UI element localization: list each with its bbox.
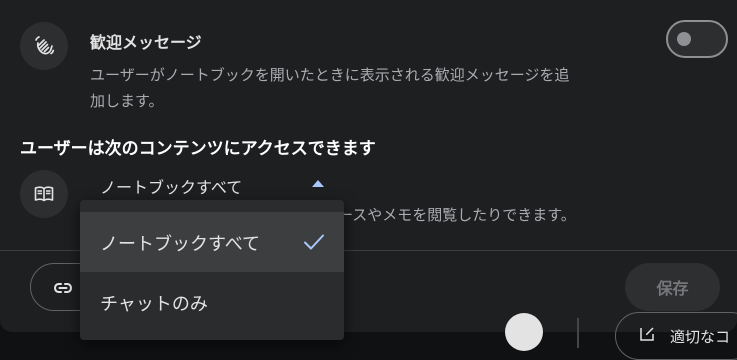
access-section-heading: ユーザーは次のコンテンツにアクセスできます xyxy=(20,139,376,159)
background-avatar xyxy=(505,313,543,351)
background-chip-label: 適切なコ xyxy=(670,328,731,346)
book-icon xyxy=(20,170,68,218)
edit-note-icon xyxy=(640,327,654,341)
link-icon xyxy=(53,283,73,293)
welcome-message-toggle[interactable] xyxy=(666,20,728,58)
welcome-description-line-1: ユーザーがノートブックを開いたときに表示される歓迎メッセージを追 xyxy=(90,66,570,84)
toggle-knob xyxy=(677,32,691,46)
background-chip: 適切なコ xyxy=(615,312,737,360)
access-dropdown-menu: ノートブックすべて チャットのみ xyxy=(80,200,344,340)
dropdown-arrow-up-icon[interactable] xyxy=(312,180,324,187)
menu-item-chat-only[interactable]: チャットのみ xyxy=(80,272,344,332)
menu-item-label: ノートブックすべて xyxy=(100,234,261,255)
waving-hand-icon xyxy=(20,22,68,70)
menu-item-all-notebook[interactable]: ノートブックすべて xyxy=(80,212,344,272)
background-divider xyxy=(577,318,579,348)
access-description: ースやメモを閲覧したりできます。 xyxy=(338,206,576,224)
menu-item-label: チャットのみ xyxy=(100,294,208,315)
check-icon xyxy=(304,234,324,250)
welcome-message-title: 歓迎メッセージ xyxy=(90,33,202,52)
welcome-description-line-2: 加します。 xyxy=(90,92,164,110)
welcome-message-description: ユーザーがノートブックを開いたときに表示される歓迎メッセージを追 加します。 xyxy=(90,62,569,114)
save-button[interactable]: 保存 xyxy=(625,263,720,311)
access-select[interactable]: ノートブックすべて xyxy=(100,174,242,198)
